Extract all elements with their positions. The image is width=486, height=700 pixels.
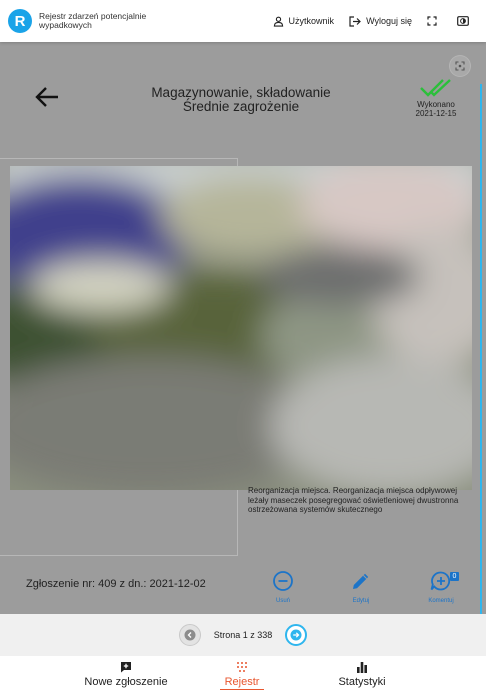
app-header: R Rejestr zdarzeń potencjalnie wypadkowy…	[0, 0, 486, 42]
contrast-toggle-button[interactable]	[457, 16, 474, 26]
app-title: Rejestr zdarzeń potencjalnie wypadkowych	[39, 10, 147, 30]
delete-button[interactable]: Usuń	[258, 570, 308, 604]
fullscreen-icon	[455, 61, 465, 71]
record-title: Magazynowanie, składowanie Średnie zagro…	[120, 86, 362, 114]
nav-new-report[interactable]: Nowe zgłoszenie	[82, 661, 170, 688]
nav-register[interactable]: Rejestr	[220, 661, 264, 690]
pagination: Strona 1 z 338	[0, 614, 486, 656]
edit-button[interactable]: Edytuj	[336, 570, 386, 604]
edit-label: Edytuj	[352, 598, 370, 604]
incident-photo[interactable]	[10, 166, 472, 490]
nav-new-report-label: Nowe zgłoszenie	[84, 676, 168, 688]
previous-page-button[interactable]	[178, 624, 201, 646]
pencil-icon	[353, 573, 369, 589]
status-badge: Wykonano 2021-12-15	[404, 78, 468, 118]
next-page-button[interactable]	[285, 624, 308, 646]
arrow-right-icon	[290, 629, 302, 641]
page-indicator: Strona 1 z 338	[213, 630, 273, 640]
comment-count-badge: 0	[450, 572, 459, 581]
record-category: Magazynowanie, składowanie	[151, 85, 331, 100]
logout-label: Wyloguj się	[366, 16, 412, 26]
dots-grid-icon	[237, 662, 247, 672]
comments-button[interactable]: 0 Komentuj	[416, 570, 466, 604]
comments-label: Komentuj	[428, 598, 454, 604]
nav-statistics[interactable]: Statystyki	[334, 661, 390, 688]
status-label: Wykonano	[417, 100, 455, 109]
app-logo[interactable]: R	[8, 9, 32, 33]
logout-button[interactable]: Wyloguj się	[349, 15, 412, 27]
back-button[interactable]	[34, 86, 62, 110]
nav-register-label: Rejestr	[220, 676, 264, 690]
double-check-icon	[420, 79, 451, 97]
bar-chart-icon	[357, 662, 367, 673]
user-button[interactable]: Użytkownik	[273, 16, 335, 27]
user-icon	[273, 16, 283, 27]
nav-statistics-label: Statystyki	[338, 676, 386, 688]
record-risk-level: Średnie zagrożenie	[182, 99, 300, 114]
chevron-left-icon	[184, 629, 196, 641]
record-description: Reorganizacja miejsca. Reorganizacja mie…	[248, 486, 459, 514]
scroll-indicator[interactable]	[480, 84, 482, 654]
report-number: Zgłoszenie nr: 409 z dn.: 2021-12-02	[26, 578, 206, 590]
contrast-icon	[457, 16, 469, 26]
minus-circle-icon	[273, 571, 293, 591]
add-note-icon	[121, 662, 131, 673]
fullscreen-toggle-button[interactable]	[427, 16, 442, 26]
status-date: 2021-12-15	[415, 109, 457, 118]
image-fullscreen-button[interactable]	[450, 56, 470, 76]
user-label: Użytkownik	[288, 16, 335, 26]
blurred-photo-image	[10, 166, 472, 490]
logout-icon	[349, 15, 361, 27]
delete-label: Usuń	[275, 598, 290, 604]
logo-letter: R	[14, 12, 26, 30]
fullscreen-icon	[427, 16, 437, 26]
arrow-left-icon	[35, 87, 58, 107]
bottom-navigation: Nowe zgłoszenie Rejestr Statystyki	[0, 656, 486, 700]
header-actions: Użytkownik Wyloguj się	[258, 0, 474, 42]
